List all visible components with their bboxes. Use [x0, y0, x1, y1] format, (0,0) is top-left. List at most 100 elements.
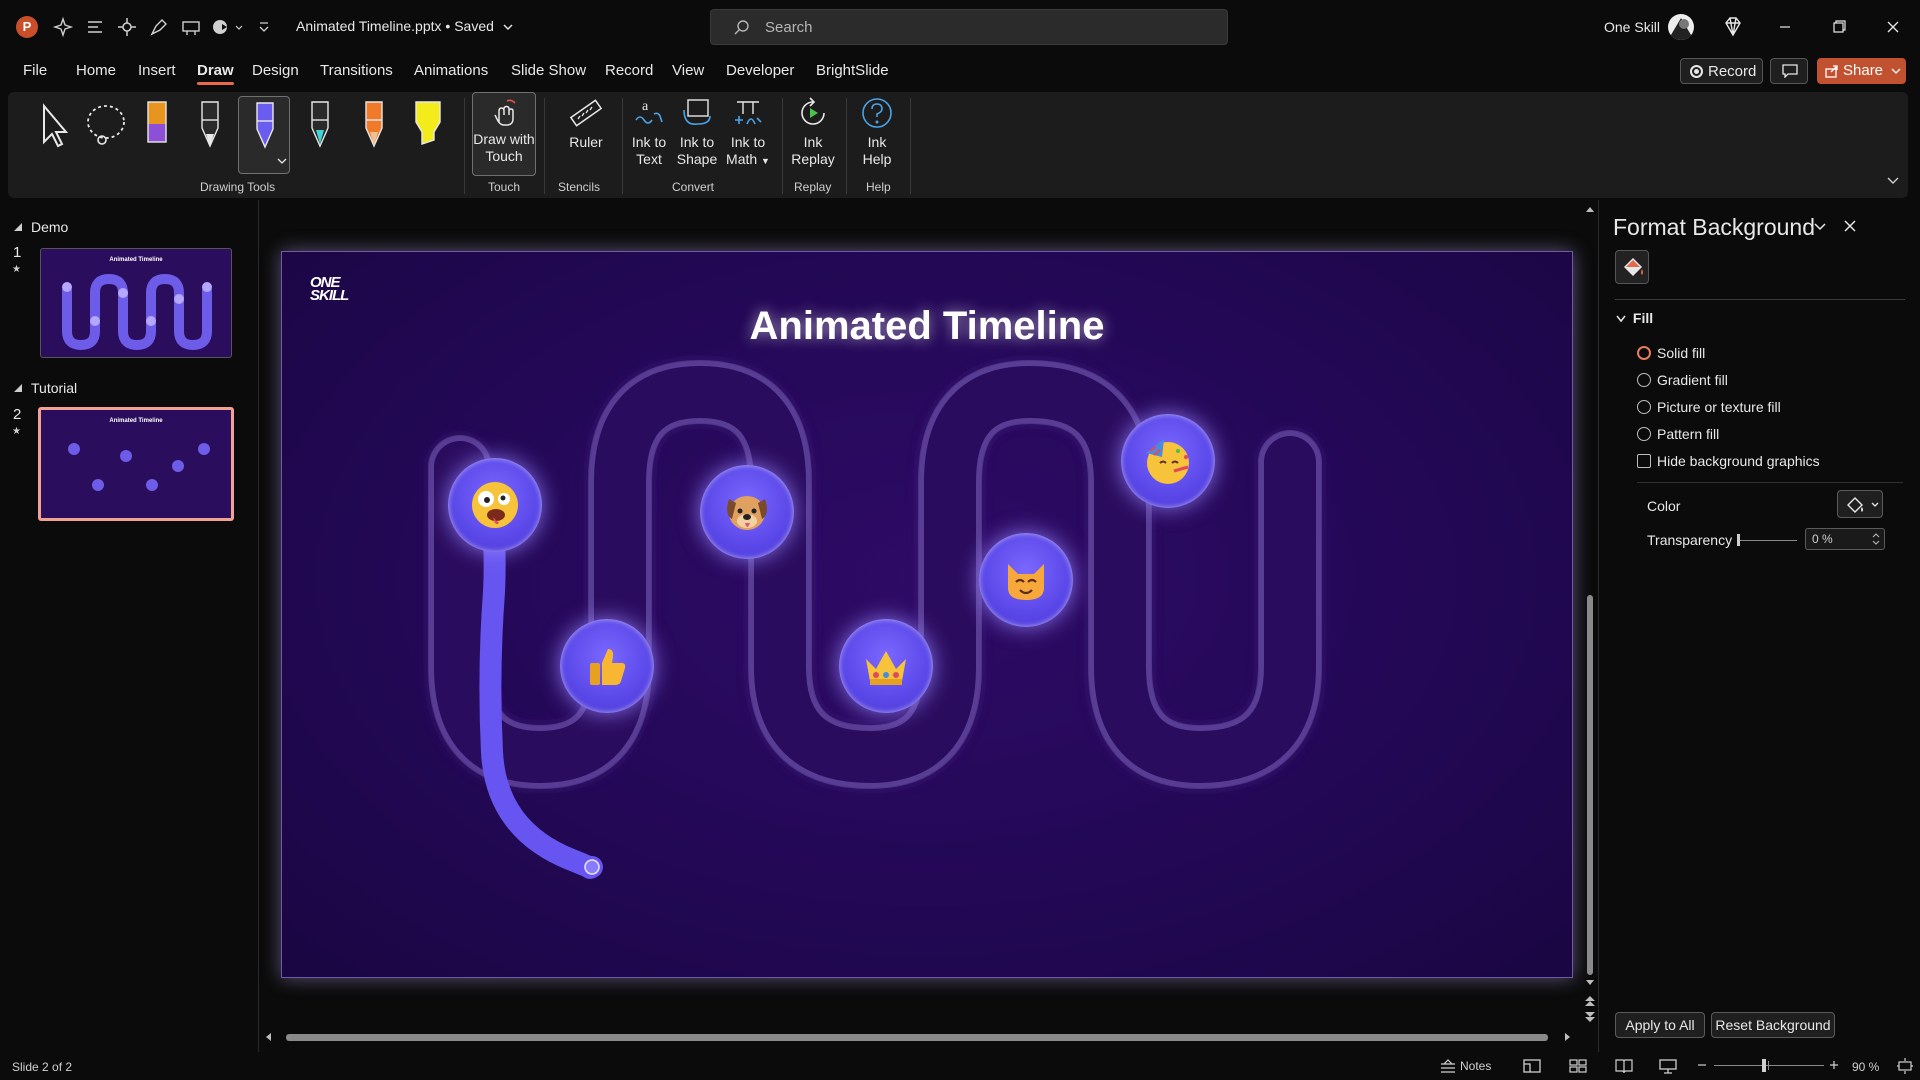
- pen-black-tool[interactable]: [186, 96, 234, 164]
- gradient-fill-radio[interactable]: [1637, 373, 1651, 387]
- collapse-triangle-icon[interactable]: [13, 383, 23, 393]
- diamond-icon[interactable]: [1720, 14, 1746, 40]
- share-button[interactable]: Share: [1817, 58, 1906, 84]
- reading-view-icon[interactable]: [1614, 1057, 1634, 1075]
- scrollbar-thumb[interactable]: [1587, 595, 1593, 975]
- move-icon[interactable]: [116, 16, 138, 38]
- close-icon[interactable]: [1880, 14, 1906, 40]
- zoom-out-icon[interactable]: [1696, 1059, 1708, 1071]
- vertical-scrollbar[interactable]: [1583, 205, 1597, 1022]
- timeline-node-dog[interactable]: [700, 465, 794, 559]
- fill-tab-button[interactable]: [1615, 250, 1649, 284]
- lasso-select-tool[interactable]: [82, 96, 130, 164]
- slide-canvas[interactable]: ONE SKILL Animated Timeline: [258, 200, 1588, 1052]
- spinner-icon[interactable]: [1872, 532, 1880, 546]
- ink-to-text-button[interactable]: a Ink to Text: [624, 96, 674, 168]
- timeline-node-party-face[interactable]: [1121, 414, 1215, 508]
- ribbon-collapse-icon[interactable]: [1886, 176, 1900, 186]
- tab-transitions[interactable]: Transitions: [320, 62, 393, 79]
- tab-insert[interactable]: Insert: [138, 62, 176, 79]
- tab-animations[interactable]: Animations: [414, 62, 488, 79]
- user-name[interactable]: One Skill: [1604, 19, 1660, 35]
- tab-home[interactable]: Home: [76, 62, 116, 79]
- scrollbar-thumb[interactable]: [286, 1034, 1548, 1041]
- ink-help-button[interactable]: Ink Help: [850, 96, 904, 168]
- document-title[interactable]: Animated Timeline.pptx • Saved: [296, 18, 514, 34]
- ink-stroke[interactable]: [282, 252, 1573, 978]
- slide-thumbnail-2[interactable]: Animated Timeline: [38, 407, 234, 521]
- transparency-input[interactable]: 0 %: [1805, 528, 1885, 550]
- horizontal-scrollbar[interactable]: [264, 1030, 1572, 1044]
- highlighter-yellow-tool[interactable]: [404, 96, 452, 164]
- ink-to-math-button[interactable]: Ink to Math ▼: [720, 96, 776, 170]
- eraser-tool[interactable]: [134, 96, 182, 164]
- notes-button[interactable]: Notes: [1440, 1057, 1502, 1075]
- slide[interactable]: ONE SKILL Animated Timeline: [281, 251, 1573, 978]
- solid-fill-label[interactable]: Solid fill: [1657, 345, 1705, 361]
- reset-background-button[interactable]: Reset Background: [1711, 1012, 1835, 1038]
- avatar[interactable]: [1668, 14, 1694, 40]
- tab-developer[interactable]: Developer: [726, 62, 794, 79]
- tab-view[interactable]: View: [672, 62, 704, 79]
- slide-thumbnail-1[interactable]: Animated Timeline: [40, 248, 232, 358]
- transparency-slider[interactable]: [1737, 533, 1797, 547]
- minimize-icon[interactable]: [1772, 14, 1798, 40]
- tab-draw[interactable]: Draw: [197, 62, 234, 85]
- tab-design[interactable]: Design: [252, 62, 299, 79]
- restore-icon[interactable]: [1826, 14, 1852, 40]
- tab-file[interactable]: File: [23, 62, 47, 79]
- timeline-node-crown[interactable]: [839, 619, 933, 713]
- chevron-down-icon[interactable]: [1891, 67, 1901, 75]
- tab-brightslide[interactable]: BrightSlide: [816, 62, 889, 79]
- record-button[interactable]: Record: [1680, 58, 1763, 84]
- pen-tool-icon[interactable]: [148, 16, 170, 38]
- zoom-slider[interactable]: [1714, 1058, 1824, 1072]
- picture-fill-label[interactable]: Picture or texture fill: [1657, 399, 1781, 415]
- pen-teal-tool[interactable]: [296, 96, 344, 164]
- pen-purple-tool[interactable]: [238, 96, 290, 174]
- normal-view-icon[interactable]: [1522, 1057, 1542, 1075]
- select-objects-tool[interactable]: [28, 96, 76, 164]
- zoom-in-icon[interactable]: [1828, 1059, 1840, 1071]
- close-icon[interactable]: [1843, 219, 1857, 233]
- fill-section-header[interactable]: Fill: [1615, 310, 1653, 326]
- tab-slide-show[interactable]: Slide Show: [511, 62, 586, 79]
- fit-slide-icon[interactable]: [1896, 1057, 1914, 1075]
- shapes-icon[interactable]: [210, 16, 232, 38]
- pattern-fill-radio[interactable]: [1637, 427, 1651, 441]
- chevron-down-icon[interactable]: [1813, 222, 1827, 232]
- section-label-demo[interactable]: Demo: [31, 219, 68, 235]
- search-box[interactable]: Search: [710, 9, 1228, 45]
- previous-slide-icon[interactable]: [1584, 995, 1596, 1007]
- scroll-left-icon[interactable]: [264, 1032, 272, 1042]
- draw-with-touch-button[interactable]: Draw with Touch: [472, 92, 536, 176]
- pencil-orange-tool[interactable]: [350, 96, 398, 164]
- zoom-level[interactable]: 90 %: [1852, 1060, 1879, 1074]
- scroll-down-icon[interactable]: [1585, 979, 1595, 987]
- ink-replay-button[interactable]: Ink Replay: [786, 96, 840, 168]
- chevron-down-icon[interactable]: [234, 16, 244, 38]
- timeline-node-thumbs-up[interactable]: [560, 619, 654, 713]
- pattern-fill-label[interactable]: Pattern fill: [1657, 426, 1719, 442]
- comments-button[interactable]: [1770, 58, 1808, 84]
- slide-show-icon[interactable]: [1658, 1057, 1678, 1075]
- collapse-triangle-icon[interactable]: [13, 222, 23, 232]
- sparkle-icon[interactable]: [52, 16, 74, 38]
- zoom-slider-handle[interactable]: [1762, 1059, 1766, 1072]
- solid-fill-radio[interactable]: [1637, 346, 1651, 360]
- gradient-fill-label[interactable]: Gradient fill: [1657, 372, 1728, 388]
- apply-to-all-button[interactable]: Apply to All: [1615, 1012, 1705, 1038]
- timeline-node-cat[interactable]: [979, 533, 1073, 627]
- timeline-node-crazy-face[interactable]: [448, 458, 542, 552]
- customize-qat-icon[interactable]: [256, 16, 272, 38]
- slide-sorter-icon[interactable]: [1568, 1057, 1588, 1075]
- ruler-button[interactable]: Ruler: [556, 96, 616, 151]
- slider-handle[interactable]: [1737, 534, 1740, 546]
- scroll-right-icon[interactable]: [1564, 1032, 1572, 1042]
- list-icon[interactable]: [84, 16, 106, 38]
- picture-fill-radio[interactable]: [1637, 400, 1651, 414]
- section-label-tutorial[interactable]: Tutorial: [31, 380, 77, 396]
- next-slide-icon[interactable]: [1584, 1011, 1596, 1023]
- ink-to-shape-button[interactable]: Ink to Shape: [672, 96, 722, 168]
- presenter-icon[interactable]: [180, 16, 202, 38]
